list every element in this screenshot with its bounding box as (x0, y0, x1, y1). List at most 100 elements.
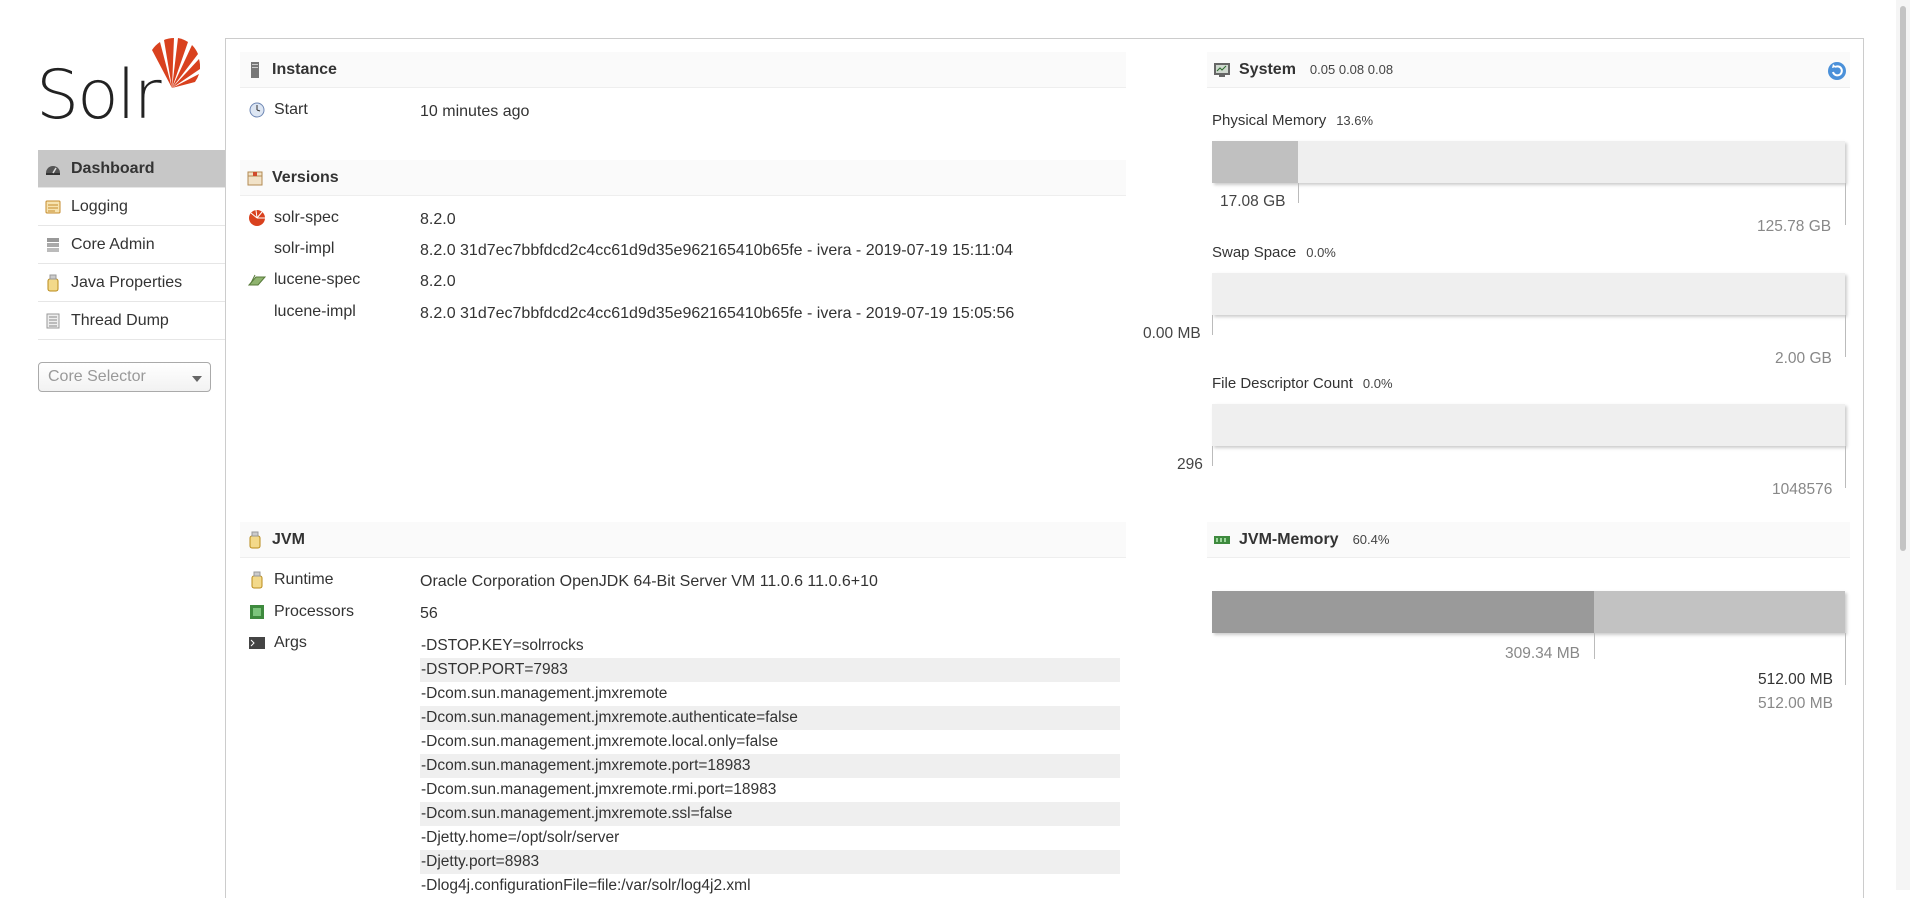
lucene-spec-value: 8.2.0 (420, 273, 456, 290)
versions-header: Versions (240, 160, 1126, 196)
lucene-impl-label: lucene-impl (274, 303, 356, 320)
args-label: Args (248, 634, 307, 652)
package-icon (247, 171, 263, 185)
processors-value: 56 (420, 605, 438, 622)
jvm-arg: -Djetty.home=/opt/solr/server (421, 829, 620, 846)
jvm-memory-committed: 512.00 MB (1758, 671, 1833, 688)
chevron-down-icon (192, 376, 202, 382)
file-descriptor-used: 296 (1177, 456, 1203, 473)
thread-dump-icon (46, 313, 60, 328)
instance-header: Instance (240, 52, 1126, 88)
swap-space-title: Swap Space 0.0% (1212, 244, 1336, 261)
reload-icon[interactable] (1827, 61, 1847, 81)
solr-impl-label: solr-impl (274, 240, 335, 257)
nav-item-java-properties[interactable]: Java Properties (38, 264, 225, 302)
jvm-args-list: -DSTOP.KEY=solrrocks -DSTOP.PORT=7983 -D… (420, 634, 1120, 898)
terminal-icon (249, 637, 265, 649)
system-title: System (1239, 60, 1296, 78)
core-selector-placeholder: Core Selector (48, 368, 146, 385)
jvm-memory-max: 512.00 MB (1758, 695, 1833, 712)
solr-sun-icon (152, 38, 200, 88)
jvm-header: JVM (240, 522, 1126, 558)
jvm-arg: -Dcom.sun.management.jmxremote (421, 685, 668, 702)
processor-icon (250, 605, 264, 619)
nav-item-thread-dump[interactable]: Thread Dump (38, 302, 225, 340)
nav-item-core-admin[interactable]: Core Admin (38, 226, 225, 264)
jvm-arg: -DSTOP.KEY=solrrocks (421, 637, 584, 654)
system-load: 0.05 0.08 0.08 (1309, 62, 1394, 77)
solr-impl-value: 8.2.0 31d7ec7bbfdcd2c4cc61d9d35e96216541… (420, 242, 1014, 259)
swap-space-used: 0.00 MB (1143, 325, 1201, 342)
swap-space-pct: 0.0% (1306, 245, 1336, 260)
jvm-memory-title: JVM-Memory (1239, 530, 1339, 548)
file-descriptor-bar (1212, 404, 1845, 446)
versions-title: Versions (272, 168, 339, 186)
nav-label: Thread Dump (71, 311, 169, 329)
lucene-spec-label: lucene-spec (248, 271, 360, 289)
jvm-arg: -Dcom.sun.management.jmxremote.local.onl… (421, 733, 779, 750)
swap-space-total-tick (1845, 315, 1846, 357)
jvm-arg: -Dcom.sun.management.jmxremote.port=1898… (420, 754, 1120, 778)
dashboard-main: Instance Start 10 minutes ago Versions s… (225, 38, 1864, 898)
file-descriptor-pct: 0.0% (1362, 376, 1393, 391)
jvm-arg: -Dcom.sun.management.jmxremote.authentic… (420, 706, 1120, 730)
physical-memory-total-tick (1845, 183, 1846, 225)
page-scrollbar[interactable] (1896, 0, 1910, 890)
jvm-arg: -Djetty.port=8983 (420, 850, 1120, 874)
jvm-arg: -Dcom.sun.management.jmxremote.rmi.port=… (421, 781, 777, 798)
solr-spec-label: solr-spec (248, 209, 339, 227)
runtime-label: Runtime (248, 571, 334, 589)
file-descriptor-title: File Descriptor Count 0.0% (1212, 375, 1393, 392)
jvm-title: JVM (272, 530, 305, 548)
physical-memory-used-tick (1298, 183, 1299, 203)
jvm-memory-committed-tick (1845, 633, 1846, 685)
physical-memory-pct: 13.6% (1336, 113, 1374, 128)
instance-title: Instance (272, 60, 337, 78)
solr-icon (249, 209, 265, 226)
logo-text: Solr (36, 56, 162, 135)
jvm-memory-used-fill (1212, 591, 1594, 633)
jvm-memory-pct: 60.4% (1352, 532, 1390, 547)
clock-icon (249, 102, 265, 118)
java-properties-icon (47, 274, 59, 291)
core-admin-icon (47, 237, 59, 252)
solr-logo[interactable]: Solr (36, 36, 206, 135)
lucene-icon (248, 274, 266, 286)
jvm-memory-header: JVM-Memory 60.4% (1207, 522, 1850, 558)
physical-memory-title: Physical Memory 13.6% (1212, 112, 1374, 129)
jvm-memory-used: 309.34 MB (1505, 645, 1580, 662)
nav-label: Dashboard (71, 159, 155, 177)
start-value: 10 minutes ago (420, 103, 530, 120)
physical-memory-bar (1212, 141, 1845, 183)
nav-item-logging[interactable]: Logging (38, 188, 225, 226)
system-header: System 0.05 0.08 0.08 (1207, 52, 1850, 88)
file-descriptor-used-tick (1212, 446, 1213, 466)
lucene-impl-value: 8.2.0 31d7ec7bbfdcd2c4cc61d9d35e96216541… (420, 305, 1015, 322)
memory-icon (1214, 535, 1230, 544)
physical-memory-used: 17.08 GB (1220, 193, 1286, 210)
runtime-value: Oracle Corporation OpenJDK 64-Bit Server… (420, 573, 878, 590)
core-selector-dropdown[interactable]: Core Selector (38, 362, 211, 392)
nav-label: Java Properties (71, 273, 183, 291)
file-descriptor-total-tick (1845, 446, 1846, 488)
swap-space-total: 2.00 GB (1775, 350, 1832, 367)
start-label: Start (248, 101, 308, 119)
jar-icon (251, 571, 263, 589)
sidebar-nav: Dashboard Logging Core Admin Java Proper… (38, 150, 225, 340)
nav-item-dashboard[interactable]: Dashboard (38, 150, 225, 188)
scrollbar-thumb[interactable] (1900, 6, 1906, 551)
solr-spec-value: 8.2.0 (420, 211, 456, 228)
processors-label: Processors (248, 603, 354, 621)
dashboard-icon (46, 165, 60, 175)
jvm-arg: -Dcom.sun.management.jmxremote.ssl=false (420, 802, 1120, 826)
physical-memory-bar-fill (1212, 141, 1298, 183)
jvm-memory-used-tick (1594, 633, 1595, 659)
swap-space-bar (1212, 273, 1845, 315)
logging-icon (45, 200, 61, 213)
file-descriptor-total: 1048576 (1772, 481, 1833, 498)
jvm-arg: -Dlog4j.configurationFile=file:/var/solr… (421, 877, 751, 894)
nav-label: Core Admin (71, 235, 155, 253)
jvm-memory-bar (1212, 591, 1845, 633)
server-icon (251, 61, 259, 78)
physical-memory-total: 125.78 GB (1757, 218, 1832, 235)
